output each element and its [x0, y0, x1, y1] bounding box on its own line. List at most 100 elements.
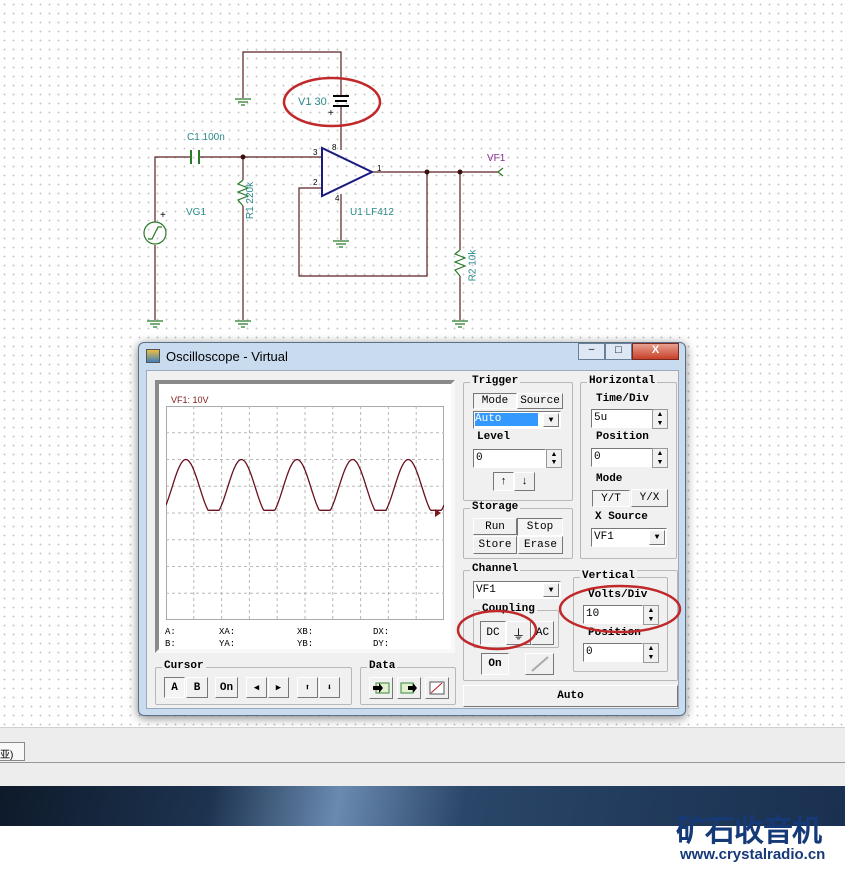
- site-url[interactable]: www.crystalradio.cn: [680, 846, 825, 863]
- trigger-mode-select[interactable]: Auto ▼: [473, 411, 561, 429]
- cursor-a-button[interactable]: A: [164, 677, 185, 698]
- readout-xb: XB:: [297, 627, 314, 637]
- import-data-button[interactable]: [369, 677, 393, 699]
- trigger-source-button[interactable]: Source: [517, 393, 563, 409]
- signal-source-vg1-icon: [143, 221, 167, 245]
- cursor-on-button[interactable]: On: [215, 677, 238, 698]
- opamp-u1-icon: [321, 146, 375, 198]
- run-button[interactable]: Run: [473, 518, 517, 535]
- level-label: Level: [477, 431, 511, 443]
- trigger-level-spinner[interactable]: ▲ ▼: [546, 449, 562, 468]
- channel-value: VF1: [476, 584, 496, 596]
- probe-button[interactable]: [525, 653, 554, 675]
- yt-mode-button[interactable]: Y/T: [592, 490, 630, 507]
- probe-icon: [530, 656, 549, 672]
- v1-plus: +: [328, 108, 334, 119]
- pin-3: 3: [313, 148, 318, 157]
- vg1-plus: +: [160, 210, 166, 221]
- chevron-down-icon: ▼: [649, 530, 665, 545]
- falling-edge-button[interactable]: ↓: [514, 472, 535, 491]
- x-source-select[interactable]: VF1 ▼: [591, 528, 667, 547]
- x-source-label: X Source: [595, 511, 648, 523]
- chevron-down-icon: ▼: [543, 583, 559, 597]
- battery-v1-icon: [333, 95, 349, 107]
- window-title: Oscilloscope - Virtual: [166, 349, 288, 364]
- vg1-label: VG1: [186, 207, 207, 218]
- pin-2: 2: [313, 178, 318, 187]
- voltmeter-vf1-icon: [497, 167, 504, 177]
- ground-coupling-button[interactable]: ⏚: [506, 621, 531, 645]
- oscilloscope-app-icon: [146, 349, 160, 363]
- channel-scale-label: VF1: 10V: [171, 395, 209, 405]
- data-title: Data: [367, 660, 398, 672]
- v1-label: V1 30: [298, 96, 327, 108]
- cursor-right-button[interactable]: ▶: [268, 677, 289, 698]
- cursor-left-button[interactable]: ◀: [246, 677, 267, 698]
- v-position-input[interactable]: 0: [583, 643, 643, 662]
- readout-dx: DX:: [373, 627, 390, 637]
- readout-xa: XA:: [219, 627, 236, 637]
- time-div-label: Time/Div: [596, 393, 649, 405]
- store-button[interactable]: Store: [473, 536, 517, 554]
- trigger-title: Trigger: [470, 375, 521, 387]
- horizontal-title: Horizontal: [587, 375, 658, 387]
- import-data-icon: [373, 682, 390, 694]
- c1-label: C1 100n: [187, 132, 225, 143]
- scope-plot[interactable]: [166, 406, 444, 620]
- maximize-button[interactable]: □: [605, 343, 632, 360]
- auto-button[interactable]: Auto: [463, 685, 678, 707]
- readout-ya: YA:: [219, 639, 236, 649]
- trigger-level-input[interactable]: 0: [473, 449, 546, 468]
- cursor-down-button[interactable]: ⬇: [319, 677, 340, 698]
- curve-icon: [429, 681, 445, 695]
- h-mode-label: Mode: [596, 473, 623, 485]
- resistor-r2-icon: [453, 249, 467, 277]
- tab-bar: [0, 727, 845, 787]
- yx-mode-button[interactable]: Y/X: [631, 489, 668, 507]
- dc-coupling-button[interactable]: DC: [480, 621, 506, 645]
- ac-coupling-button[interactable]: AC: [531, 621, 554, 645]
- readout-dy: DY:: [373, 639, 390, 649]
- sheet-tab[interactable]: 亚): [0, 742, 25, 761]
- channel-select[interactable]: VF1 ▼: [473, 581, 561, 599]
- cursor-up-button[interactable]: ⬆: [297, 677, 318, 698]
- readout-b: B:: [165, 639, 176, 649]
- vf1-label: VF1: [487, 153, 506, 164]
- rising-edge-button[interactable]: ↑: [493, 472, 514, 491]
- trigger-mode-button[interactable]: Mode: [473, 393, 517, 409]
- volts-div-spinner[interactable]: ▲ ▼: [643, 605, 659, 625]
- time-div-input[interactable]: 5u: [591, 409, 653, 428]
- time-div-spinner[interactable]: ▲ ▼: [652, 409, 668, 429]
- u1-label: U1 LF412: [350, 207, 394, 218]
- h-position-label: Position: [596, 431, 649, 443]
- coupling-title: Coupling: [480, 603, 537, 615]
- chevron-down-icon: ▼: [543, 413, 559, 427]
- minimize-button[interactable]: ‒: [578, 343, 605, 360]
- site-logo: 矿石收音机: [676, 815, 822, 848]
- h-position-spinner[interactable]: ▲ ▼: [652, 448, 668, 468]
- divider: [0, 762, 845, 763]
- h-position-input[interactable]: 0: [591, 448, 653, 467]
- v-position-spinner[interactable]: ▲ ▼: [643, 643, 659, 663]
- r2-label: R2 10k: [467, 249, 479, 282]
- pin-1: 1: [377, 164, 382, 173]
- volts-div-input[interactable]: 10: [583, 605, 643, 624]
- wires: [154, 51, 498, 320]
- stop-button[interactable]: Stop: [517, 518, 563, 536]
- channel-on-button[interactable]: On: [481, 653, 509, 675]
- x-source-value: VF1: [594, 531, 614, 543]
- export-data-icon: [400, 682, 417, 694]
- pin-8: 8: [332, 143, 337, 152]
- cursor-b-button[interactable]: B: [186, 677, 208, 698]
- readout-yb: YB:: [297, 639, 314, 649]
- plot-data-button[interactable]: [425, 677, 449, 699]
- close-button[interactable]: X: [632, 343, 679, 360]
- readout-a: A:: [165, 627, 176, 637]
- vertical-title: Vertical: [580, 570, 637, 582]
- capacitor-c1-icon: [190, 150, 200, 164]
- erase-button[interactable]: Erase: [518, 536, 563, 554]
- export-data-button[interactable]: [397, 677, 421, 699]
- v-position-label: Position: [588, 627, 641, 639]
- cursor-title: Cursor: [162, 660, 206, 672]
- channel-title: Channel: [470, 563, 521, 575]
